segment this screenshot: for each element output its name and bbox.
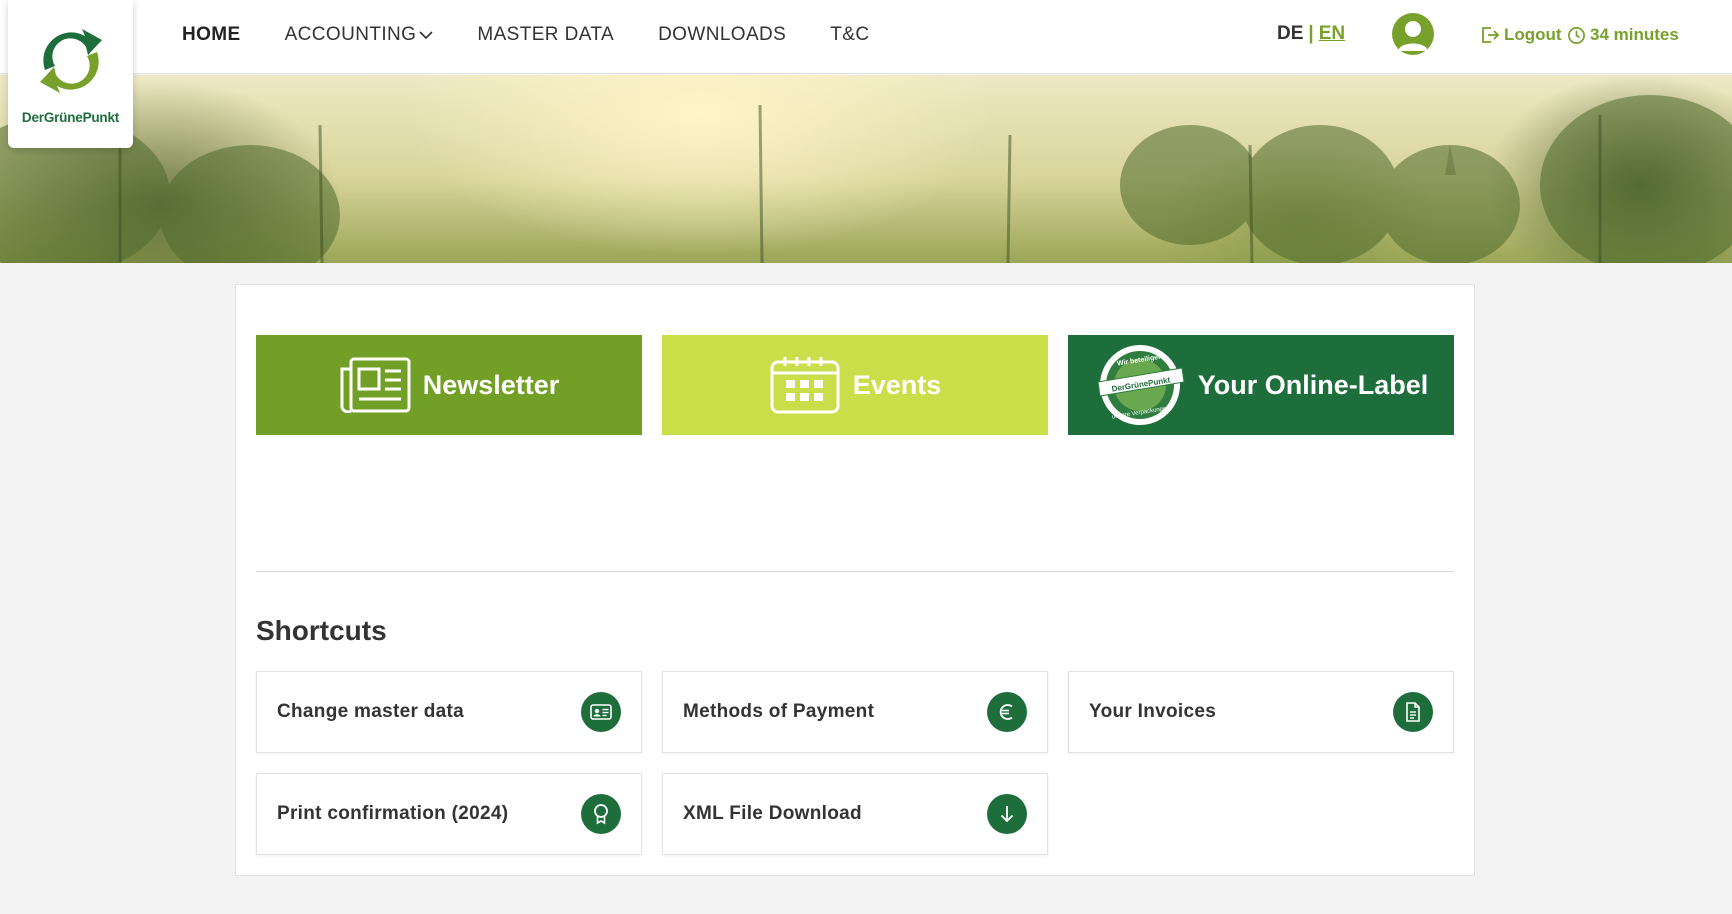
- newsletter-tile[interactable]: Newsletter: [256, 335, 642, 435]
- main-menu: HOME ACCOUNTING MASTER DATA DOWNLOADS T&…: [182, 22, 913, 48]
- user-icon: [1398, 21, 1428, 51]
- nav-item-tc[interactable]: T&C: [830, 22, 869, 48]
- session-timer-label: 34 minutes: [1590, 25, 1679, 44]
- nav-item-accounting[interactable]: ACCOUNTING: [285, 22, 434, 48]
- nav-item-downloads-label: DOWNLOADS: [658, 24, 787, 45]
- forest-illustration: [0, 95, 1732, 263]
- logout-icon: [1482, 27, 1500, 43]
- shortcut-your-invoices[interactable]: Your Invoices: [1068, 671, 1454, 753]
- download-arrow-icon: [987, 794, 1027, 834]
- brand-name: DerGrünePunkt: [21, 110, 120, 125]
- clock-icon: [1568, 26, 1585, 44]
- shortcut-change-master-data[interactable]: Change master data: [256, 671, 642, 753]
- document-icon: [1393, 692, 1433, 732]
- nav-item-master-data[interactable]: MASTER DATA: [477, 22, 614, 48]
- session-timer: 34 minutes: [1567, 25, 1679, 45]
- avatar[interactable]: [1392, 13, 1434, 55]
- shortcut-print-confirmation[interactable]: Print confirmation (2024): [256, 773, 642, 855]
- chevron-down-icon: [419, 31, 433, 40]
- language-en[interactable]: EN: [1319, 23, 1345, 44]
- shortcut-xml-file-download[interactable]: XML File Download: [662, 773, 1048, 855]
- id-card-icon: [581, 692, 621, 732]
- nav-item-tc-label: T&C: [830, 24, 870, 45]
- logout-label: Logout: [1504, 25, 1562, 44]
- online-label-tile[interactable]: DerGrünePunkt Wir beteiligen unsere Verp…: [1068, 335, 1454, 435]
- nav-item-home-label: HOME: [182, 24, 241, 45]
- award-icon: [581, 794, 621, 834]
- language-switcher: DE | EN: [1277, 23, 1345, 45]
- language-de[interactable]: DE: [1277, 23, 1303, 44]
- shortcut-label: XML File Download: [683, 803, 862, 824]
- section-divider: [256, 571, 1454, 572]
- top-navigation: DerGrünePunkt HOME ACCOUNTING MASTER DAT…: [0, 0, 1732, 148]
- events-tile[interactable]: Events: [662, 335, 1048, 435]
- shortcut-label: Print confirmation (2024): [277, 803, 509, 824]
- language-separator: |: [1308, 23, 1314, 44]
- events-label: Events: [852, 369, 942, 400]
- calendar-icon: [770, 357, 840, 414]
- online-label-label: Your Online-Label: [1197, 369, 1429, 400]
- recycling-arrows-icon: [32, 23, 109, 99]
- shortcut-label: Your Invoices: [1089, 701, 1217, 722]
- shortcut-label: Change master data: [277, 701, 465, 722]
- brand-logo[interactable]: DerGrünePunkt: [8, 0, 133, 148]
- newspaper-icon: [340, 357, 411, 413]
- logout-button[interactable]: Logout: [1480, 25, 1562, 45]
- nav-item-downloads[interactable]: DOWNLOADS: [658, 22, 786, 48]
- nav-item-master-data-label: MASTER DATA: [477, 24, 615, 45]
- nav-item-home[interactable]: HOME: [182, 22, 241, 48]
- newsletter-label: Newsletter: [422, 369, 560, 400]
- euro-icon: [987, 692, 1027, 732]
- shortcut-methods-of-payment[interactable]: Methods of Payment: [662, 671, 1048, 753]
- hero-banner: [0, 75, 1732, 263]
- online-label-badge-icon: DerGrünePunkt Wir beteiligen unsere Verp…: [1097, 345, 1185, 425]
- nav-item-accounting-label: ACCOUNTING: [284, 24, 417, 45]
- shortcuts-title: Shortcuts: [256, 615, 387, 646]
- shortcut-label: Methods of Payment: [683, 701, 875, 722]
- dashboard-panel: Newsletter Events DerGrünePunkt Wir bete…: [235, 284, 1475, 876]
